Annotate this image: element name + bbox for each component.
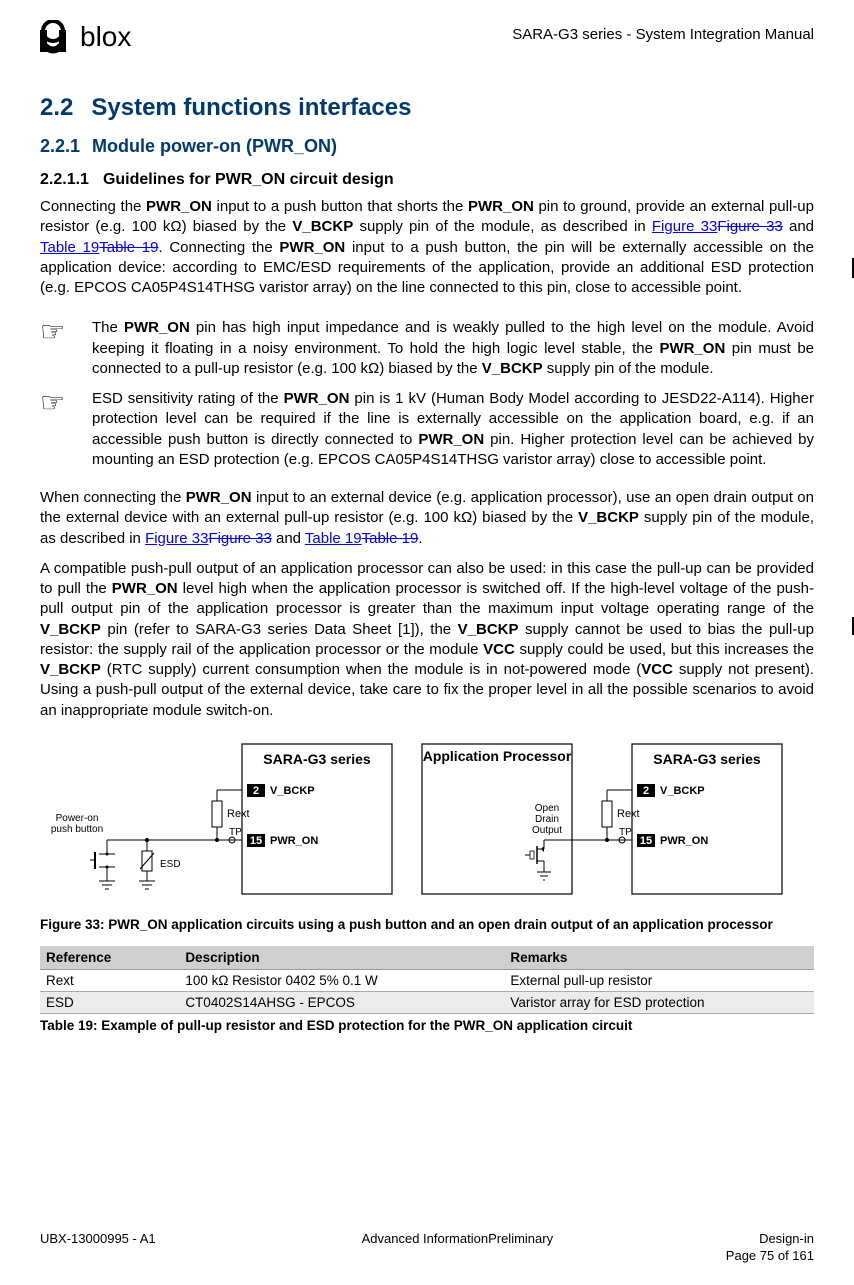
table-header: Description (179, 946, 504, 970)
subsection-heading: 2.2.1 Module power-on (PWR_ON) (40, 136, 814, 157)
figure-33-link-2[interactable]: Figure 33 (145, 530, 208, 547)
svg-text:TP: TP (229, 827, 242, 838)
note-1: ☞ The PWR_ON pin has high input impedanc… (40, 318, 814, 379)
subsubsection-heading: 2.2.1.1 Guidelines for PWR_ON circuit des… (40, 171, 814, 189)
section-heading: 2.2 System functions interfaces (40, 94, 814, 122)
paragraph-3: A compatible push-pull output of an appl… (40, 559, 814, 721)
ublox-logo: blox (40, 20, 131, 54)
svg-text:Application Processor: Application Processor (423, 748, 572, 764)
svg-text:TP: TP (619, 827, 632, 838)
figure-33-link[interactable]: Figure 33 (652, 218, 717, 235)
svg-text:PWR_ON: PWR_ON (270, 835, 318, 847)
svg-text:Drain: Drain (535, 814, 559, 825)
table-19-link-2[interactable]: Table 19 (305, 530, 362, 547)
svg-text:Output: Output (532, 825, 562, 836)
logo-text: blox (80, 21, 131, 53)
svg-text:15: 15 (640, 835, 652, 847)
paragraph-1: Connecting the PWR_ON input to a push bu… (40, 197, 814, 298)
footer-doc-id: UBX-13000995 - A1 (40, 1231, 156, 1246)
footer-center: Advanced InformationPreliminary (362, 1231, 553, 1246)
svg-text:Rext: Rext (617, 808, 640, 820)
table-19-link-2-old[interactable]: Table 19 (362, 530, 419, 547)
figure-33-link-2-old[interactable]: Figure 33 (208, 530, 271, 547)
paragraph-2: When connecting the PWR_ON input to an e… (40, 488, 814, 549)
svg-text:2: 2 (253, 785, 259, 797)
subsection-title: Module power-on (PWR_ON) (92, 136, 337, 156)
page-number: Page 75 of 161 (40, 1248, 814, 1263)
svg-text:SARA-G3 series: SARA-G3 series (263, 751, 371, 767)
subsubsection-number: 2.2.1.1 (40, 171, 89, 188)
page-footer: UBX-13000995 - A1 Advanced InformationPr… (40, 1231, 814, 1263)
figure-33: SARA-G3 series 2 V_BCKP 15 PWR_ON Rext T… (40, 739, 814, 909)
pointing-hand-icon: ☞ (40, 389, 92, 417)
reference-table: Reference Description Remarks Rext 100 k… (40, 946, 814, 1014)
table-header: Remarks (504, 946, 814, 970)
subsubsection-title: Guidelines for PWR_ON circuit design (103, 171, 394, 188)
page-header: blox SARA-G3 series - System Integration… (40, 20, 814, 54)
svg-text:Rext: Rext (227, 808, 250, 820)
table-19-link[interactable]: Table 19 (40, 239, 99, 256)
svg-text:Power-on: Power-on (56, 813, 99, 824)
table-19-link-old[interactable]: Table 19 (99, 239, 158, 256)
table-row: Rext 100 kΩ Resistor 0402 5% 0.1 W Exter… (40, 969, 814, 991)
footer-right: Design-in (759, 1231, 814, 1246)
svg-text:PWR_ON: PWR_ON (660, 835, 708, 847)
table-header: Reference (40, 946, 179, 970)
table-row: ESD CT0402S14AHSG - EPCOS Varistor array… (40, 991, 814, 1013)
svg-text:V_BCKP: V_BCKP (660, 785, 705, 797)
section-title: System functions interfaces (91, 94, 411, 121)
figure-caption: Figure 33: PWR_ON application circuits u… (40, 917, 814, 932)
svg-text:push button: push button (51, 824, 103, 835)
figure-33-link-old[interactable]: Figure 33 (717, 218, 782, 235)
document-title: SARA-G3 series - System Integration Manu… (512, 20, 814, 43)
svg-text:Open: Open (535, 803, 559, 814)
table-caption: Table 19: Example of pull-up resistor an… (40, 1018, 814, 1033)
pointing-hand-icon: ☞ (40, 318, 92, 346)
svg-text:ESD: ESD (160, 859, 181, 870)
svg-text:15: 15 (250, 835, 262, 847)
svg-text:V_BCKP: V_BCKP (270, 785, 315, 797)
note-2: ☞ ESD sensitivity rating of the PWR_ON p… (40, 389, 814, 470)
svg-text:SARA-G3 series: SARA-G3 series (653, 751, 761, 767)
subsection-number: 2.2.1 (40, 136, 80, 156)
svg-text:2: 2 (643, 785, 649, 797)
section-number: 2.2 (40, 94, 73, 121)
